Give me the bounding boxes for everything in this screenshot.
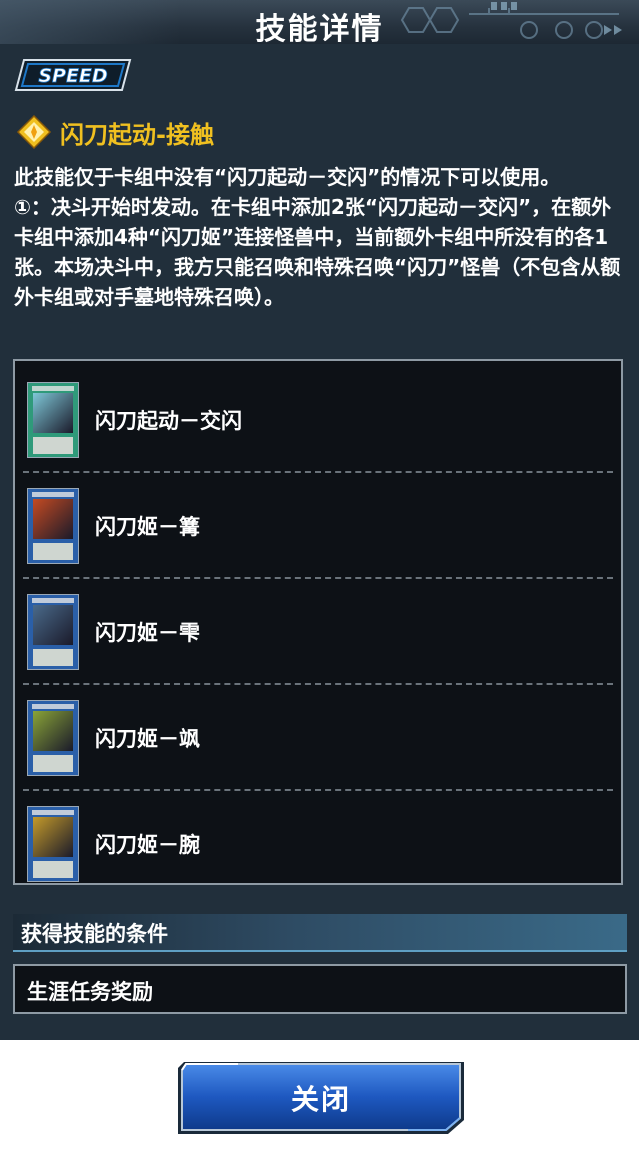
link-monster-card-icon[interactable] bbox=[27, 700, 79, 776]
link-monster-card-icon[interactable] bbox=[27, 488, 79, 564]
link-monster-card-icon[interactable] bbox=[27, 594, 79, 670]
card-name: 闪刀姬－雫 bbox=[95, 621, 200, 645]
skill-detail-panel: SPEED 闪刀起动-接触 此技能仅于卡组中没有“闪刀起动－交闪”的情况下可以使… bbox=[0, 44, 639, 1040]
card-name: 闪刀姬－飒 bbox=[95, 727, 200, 751]
skill-description-effect: ①：决斗开始时发动。在卡组中添加2张“闪刀起动－交闪”，在额外卡组中添加4种“闪… bbox=[14, 195, 621, 309]
skill-name: 闪刀起动-接触 bbox=[60, 120, 214, 149]
card-list-item[interactable]: 闪刀姬－篝 bbox=[23, 473, 613, 579]
skill-diamond-icon bbox=[16, 114, 52, 150]
page-title: 技能详情 bbox=[255, 12, 384, 47]
card-name: 闪刀姬－篝 bbox=[95, 515, 200, 539]
speed-logo: SPEED bbox=[14, 59, 132, 91]
acquire-condition-value: 生涯任务奖励 bbox=[27, 980, 153, 1004]
link-monster-card-icon[interactable] bbox=[27, 806, 79, 882]
close-button[interactable]: 关闭 bbox=[178, 1058, 464, 1136]
skill-description-restriction: 此技能仅于卡组中没有“闪刀起动－交闪”的情况下可以使用。 bbox=[14, 165, 561, 189]
close-button-label: 关闭 bbox=[290, 1083, 351, 1116]
card-name: 闪刀起动－交闪 bbox=[95, 409, 242, 433]
acquire-condition-header: 获得技能的条件 bbox=[13, 914, 627, 952]
speed-logo-text: SPEED bbox=[38, 65, 107, 87]
title-bar: 技能详情 bbox=[0, 0, 639, 47]
card-list: 闪刀起动－交闪 闪刀姬－篝 闪刀姬－雫 闪刀姬－飒 闪刀姬－腕 bbox=[13, 359, 623, 885]
card-list-item[interactable]: 闪刀姬－腕 bbox=[23, 791, 613, 897]
skill-description: 此技能仅于卡组中没有“闪刀起动－交闪”的情况下可以使用。 ①：决斗开始时发动。在… bbox=[14, 162, 630, 312]
skill-detail-screen: 技能详情 SPEED 闪刀起动-接触 此技能仅于卡组中没有“闪刀起动－交闪”的情… bbox=[0, 0, 639, 1159]
card-list-item[interactable]: 闪刀姬－雫 bbox=[23, 579, 613, 685]
skill-name-row: 闪刀起动-接触 bbox=[16, 114, 214, 150]
card-name: 闪刀姬－腕 bbox=[95, 833, 200, 857]
acquire-condition-title: 获得技能的条件 bbox=[21, 922, 168, 946]
card-list-item[interactable]: 闪刀起动－交闪 bbox=[23, 367, 613, 473]
card-list-item[interactable]: 闪刀姬－飒 bbox=[23, 685, 613, 791]
spell-card-icon[interactable] bbox=[27, 382, 79, 458]
acquire-condition-box: 生涯任务奖励 bbox=[13, 964, 627, 1014]
